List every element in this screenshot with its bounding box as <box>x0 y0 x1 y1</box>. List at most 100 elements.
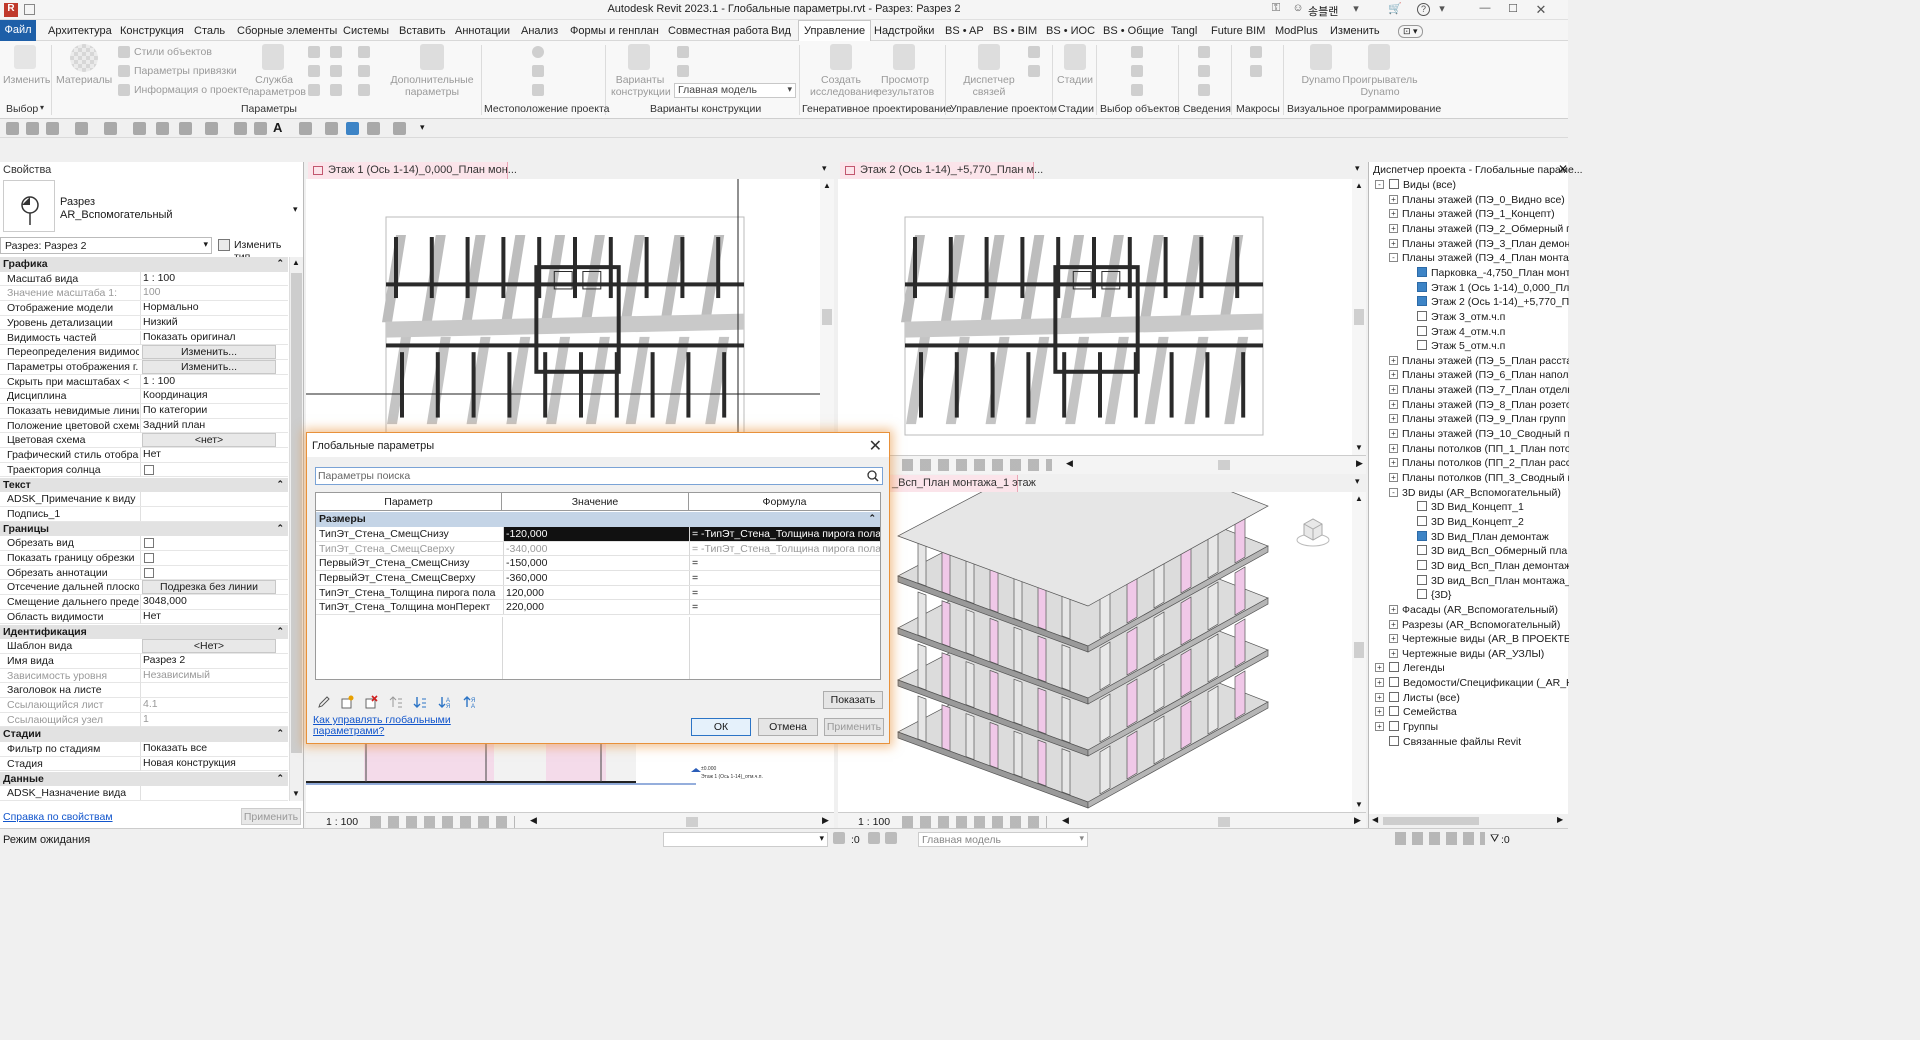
additional-settings-small-icon[interactable] <box>358 84 370 96</box>
scroll-left-icon[interactable]: ◀ <box>1062 815 1069 826</box>
parameter-row[interactable]: ПервыйЭт_Стена_СмещСверху -360,000 = <box>316 570 880 586</box>
viewcube-icon[interactable] <box>1296 514 1330 548</box>
view2-menu-icon[interactable]: ▾ <box>1355 163 1360 174</box>
structural-settings-icon[interactable] <box>330 84 342 96</box>
expand-icon[interactable]: + <box>1389 414 1398 424</box>
property-row[interactable]: Масштаб вида 1 : 100 <box>0 271 288 287</box>
scroll-down-icon[interactable]: ▼ <box>292 789 300 798</box>
property-row[interactable]: Имя вида Разрез 2 <box>0 653 288 669</box>
tab-bs-bim[interactable]: BS • BIM <box>993 25 1037 37</box>
panel-select-dropdown-icon[interactable]: ▾ <box>40 103 44 112</box>
collapse-icon[interactable]: ⌃ <box>276 479 284 490</box>
user-icon[interactable]: ☺ <box>1290 2 1306 17</box>
tab-tangl[interactable]: Tangl <box>1171 25 1197 37</box>
expand-icon[interactable]: + <box>1375 678 1384 688</box>
property-edit-button[interactable]: <Нет> <box>142 639 276 654</box>
browser-node[interactable]: 3D вид_Всп_План монтажа_1 <box>1369 574 1569 589</box>
property-row[interactable]: Параметры отображения г... Изменить... <box>0 359 288 375</box>
materials-button[interactable]: Материалы <box>56 74 112 86</box>
view3-scroll-thumb[interactable] <box>1354 642 1364 658</box>
maximize-icon[interactable]: ☐ <box>1505 2 1521 17</box>
delete-parameter-icon[interactable] <box>364 695 378 709</box>
browser-node[interactable]: + Семейства <box>1369 705 1569 720</box>
design-options-button[interactable]: Варианты конструкции <box>611 74 671 98</box>
home-icon[interactable] <box>6 122 19 135</box>
browser-node[interactable]: 3D Вид_Концепт_2 <box>1369 515 1569 530</box>
collapse-icon[interactable]: - <box>1389 487 1398 497</box>
property-row[interactable]: Шаблон вида <Нет> <box>0 639 288 654</box>
browser-node[interactable]: + Планы этажей (ПЭ_6_План наполн <box>1369 368 1569 383</box>
checkbox[interactable] <box>144 567 154 578</box>
tab-insert[interactable]: Вставить <box>399 25 446 37</box>
view1-menu-icon[interactable]: ▾ <box>822 163 827 174</box>
browser-node[interactable]: + Разрезы (AR_Вспомогательный) <box>1369 618 1569 633</box>
property-row[interactable]: Обрезать вид <box>0 536 288 551</box>
edit-parameter-icon[interactable] <box>317 695 331 709</box>
property-row[interactable]: Значение масштаба 1: 100 <box>0 286 288 302</box>
manage-images-icon[interactable] <box>1028 46 1040 58</box>
browser-node[interactable]: + Планы этажей (ПЭ_5_План расстан <box>1369 354 1569 369</box>
browser-node[interactable]: + Ведомости/Спецификации (_AR_Наз <box>1369 676 1569 691</box>
parameter-formula-field[interactable]: = <box>689 600 880 615</box>
tab-structure[interactable]: Конструкция <box>120 25 184 37</box>
property-value[interactable]: Нет <box>140 609 287 624</box>
close-hidden-icon[interactable] <box>367 122 380 135</box>
tab-annotate[interactable]: Аннотации <box>455 25 510 37</box>
property-row[interactable]: Показать невидимые линии По категории <box>0 404 288 419</box>
expand-icon[interactable]: + <box>1389 443 1398 453</box>
browser-node[interactable]: + Чертежные виды (AR_УЗЛЫ) <box>1369 647 1569 662</box>
scroll-left-icon[interactable]: ◀ <box>530 815 537 826</box>
view-floor2-canvas[interactable] <box>838 179 1352 455</box>
browser-node[interactable]: + Планы этажей (ПЭ_1_Концепт) <box>1369 207 1569 222</box>
property-value[interactable]: Координация <box>140 389 287 404</box>
selection-edit-icon[interactable] <box>1131 84 1143 96</box>
property-group-header[interactable]: Данные ⌃ <box>0 771 288 787</box>
dimension-icon[interactable] <box>179 122 192 135</box>
browser-node[interactable]: - Планы этажей (ПЭ_4_План монтаж <box>1369 251 1569 266</box>
property-row[interactable]: Заголовок на листе <box>0 683 288 698</box>
move-down-icon[interactable] <box>413 695 427 709</box>
tab-future-bim[interactable]: Future BIM <box>1211 25 1265 37</box>
workset-select[interactable]: ▾ <box>663 832 828 847</box>
collapse-icon[interactable]: ⌃ <box>276 728 284 739</box>
selection-load-icon[interactable] <box>1131 65 1143 77</box>
ids-of-selection-icon[interactable] <box>1198 65 1210 77</box>
property-value[interactable] <box>140 536 287 551</box>
browser-node[interactable]: 3D Вид_План демонтаж <box>1369 530 1569 545</box>
browser-node[interactable]: Парковка_-4,750_План монта <box>1369 266 1569 281</box>
property-row[interactable]: Траектория солнца <box>0 462 288 478</box>
sync-icon[interactable] <box>46 122 59 135</box>
browser-node[interactable]: + Планы потолков (ПП_1_План потол <box>1369 442 1569 457</box>
panel-select[interactable]: Выбор <box>6 103 38 115</box>
collapse-icon[interactable]: ⌃ <box>276 626 284 637</box>
property-row[interactable]: ADSK_Назначение вида <box>0 786 288 801</box>
additional-settings-button[interactable]: Дополнительные параметры <box>388 74 476 98</box>
tab-systems[interactable]: Системы <box>343 25 389 37</box>
browser-hscroll[interactable]: ◀ ▶ <box>1369 814 1569 828</box>
view1-controls-icons[interactable] <box>370 816 515 828</box>
browser-node[interactable]: 3D вид_Всп_План демонтаж <box>1369 559 1569 574</box>
group-row-dimensions[interactable]: Размеры ⌃ <box>316 512 880 527</box>
parameter-formula-field[interactable]: = <box>689 556 880 571</box>
property-group-header[interactable]: Идентификация ⌃ <box>0 624 288 640</box>
expand-icon[interactable]: + <box>1389 385 1398 395</box>
expand-icon[interactable]: + <box>1389 619 1398 629</box>
property-value[interactable] <box>140 492 287 507</box>
section-icon[interactable] <box>325 122 338 135</box>
instance-filter-select[interactable]: Разрез: Разрез 2 ▾ <box>0 237 212 254</box>
browser-node[interactable]: + Планы этажей (ПЭ_10_Сводный пла <box>1369 427 1569 442</box>
modify-button[interactable]: Изменить <box>3 74 50 86</box>
browser-node[interactable]: 3D вид_Всп_Обмерный пла <box>1369 544 1569 559</box>
tab-view-floor2[interactable]: Этаж 2 (Ось 1-14)_+5,770_План м... <box>840 162 1043 179</box>
tab-analyze[interactable]: Анализ <box>521 25 558 37</box>
property-value[interactable] <box>140 565 287 580</box>
user-name[interactable]: 송블랜 <box>1308 3 1338 19</box>
property-value[interactable]: Нет <box>140 448 287 463</box>
type-selector-dropdown-icon[interactable]: ▾ <box>293 204 298 215</box>
property-value[interactable]: Разрез 2 <box>140 653 287 668</box>
property-value[interactable] <box>140 506 287 521</box>
help-icon[interactable]: ? <box>1417 3 1430 16</box>
edit-type-button[interactable]: Изменить тип <box>216 237 300 263</box>
tab-file[interactable]: Файл <box>0 20 36 41</box>
snaps-button[interactable]: Параметры привязки <box>134 65 237 77</box>
